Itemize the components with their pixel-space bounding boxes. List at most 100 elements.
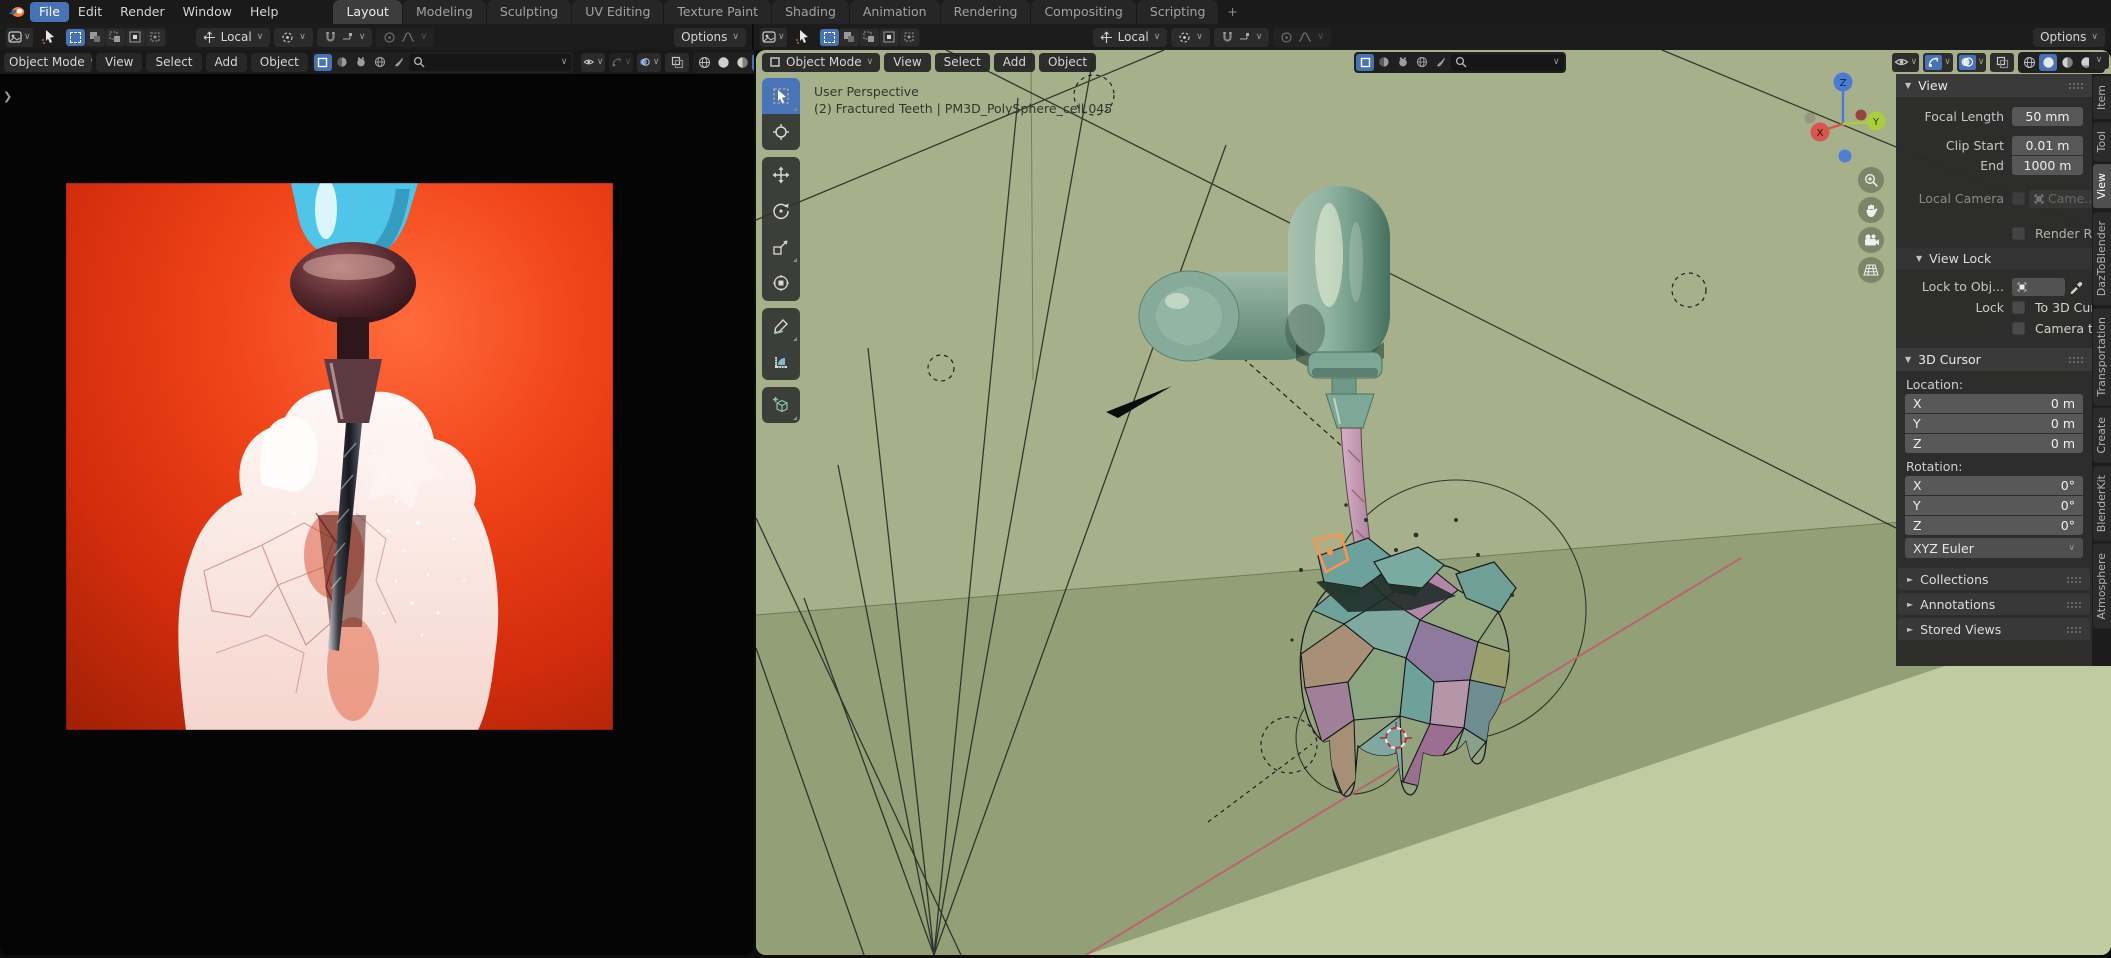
- select-mode-subtract[interactable]: [106, 29, 125, 46]
- sidebar-tab-item[interactable]: Item: [2093, 76, 2111, 119]
- object-visibility-dropdown[interactable]: ∨: [1892, 53, 1920, 72]
- tool-cursor[interactable]: [762, 114, 800, 150]
- pan-view-button[interactable]: [1858, 197, 1884, 223]
- show-gizmo-dropdown[interactable]: ∨: [1923, 53, 1953, 72]
- proportional-editing-dropdown[interactable]: ∨: [1273, 28, 1331, 47]
- panel-drag-grip[interactable]: [2066, 626, 2081, 633]
- menu-help[interactable]: Help: [241, 2, 288, 22]
- toggle-xray-button[interactable]: [1990, 53, 2014, 72]
- blenderkit-models-icon[interactable]: [314, 54, 332, 71]
- camera-view-button[interactable]: [1858, 227, 1884, 253]
- active-tool-tweak-icon[interactable]: [791, 28, 815, 47]
- sidebar-tab-tool[interactable]: Tool: [2093, 122, 2111, 161]
- show-gizmo-dropdown[interactable]: ∨: [609, 53, 633, 72]
- shading-material-button[interactable]: [2058, 54, 2076, 71]
- tab-compositing[interactable]: Compositing: [1031, 0, 1135, 24]
- panel-view-header[interactable]: ▼ View: [1896, 74, 2092, 97]
- transform-orientation-dropdown[interactable]: Local ∨: [1093, 28, 1168, 47]
- mode-dropdown[interactable]: Object Mode ∨: [762, 53, 880, 72]
- menu-render[interactable]: Render: [111, 2, 174, 22]
- select-mode-new[interactable]: [66, 29, 85, 46]
- menu-select[interactable]: Select: [935, 53, 990, 72]
- clip-end-field[interactable]: 1000 m: [2012, 156, 2083, 175]
- blenderkit-brushes-icon[interactable]: [1432, 54, 1450, 71]
- tab-modeling[interactable]: Modeling: [403, 0, 486, 24]
- shading-rendered-button[interactable]: [752, 54, 754, 71]
- main-3d-viewport[interactable]: Z X Y User Perspective (2) Fractured Tee…: [756, 50, 2111, 955]
- lock-to-3d-cursor-checkbox[interactable]: [2012, 301, 2025, 314]
- focal-length-field[interactable]: 50 mm: [2012, 107, 2083, 126]
- gizmo-x-label[interactable]: X: [1817, 128, 1824, 139]
- options-dropdown-center[interactable]: Options ∨: [2033, 28, 2105, 47]
- blenderkit-scenes-icon[interactable]: [352, 54, 370, 71]
- expand-sidebar-arrow[interactable]: ❯: [3, 90, 12, 103]
- camera-to-view-checkbox[interactable]: [2012, 322, 2025, 335]
- menu-window[interactable]: Window: [174, 2, 241, 22]
- select-mode-invert[interactable]: [126, 29, 145, 46]
- shading-solid-button[interactable]: [2039, 54, 2057, 71]
- select-mode-extend[interactable]: [840, 29, 859, 46]
- mode-dropdown[interactable]: Object Mode ∨: [4, 53, 92, 72]
- pivot-point-dropdown[interactable]: ∨: [1171, 28, 1210, 47]
- blenderkit-models-icon[interactable]: [1356, 54, 1374, 71]
- shading-solid-button[interactable]: [714, 54, 732, 71]
- render-region-checkbox[interactable]: [2012, 227, 2025, 240]
- cursor-location-x[interactable]: X0 m: [1905, 394, 2083, 413]
- panel-annotations-header[interactable]: ► Annotations: [1898, 593, 2090, 615]
- cursor-location-y[interactable]: Y0 m: [1905, 414, 2083, 433]
- editor-type-selector[interactable]: ∨: [6, 28, 33, 47]
- sidebar-tab-transportation[interactable]: Transportation: [2093, 308, 2111, 405]
- blenderkit-materials-icon[interactable]: [1375, 54, 1393, 71]
- menu-view[interactable]: View: [96, 53, 142, 72]
- active-tool-tweak-icon[interactable]: [37, 28, 61, 47]
- blenderkit-scenes-icon[interactable]: [1394, 54, 1412, 71]
- left-3d-viewport-rendered[interactable]: Object Mode ∨ View Select Add Object ∨ ∨: [0, 50, 754, 955]
- tool-rotate[interactable]: [762, 193, 800, 229]
- tool-transform[interactable]: [762, 265, 800, 301]
- blender-logo-icon[interactable]: [6, 4, 26, 20]
- zoom-view-button[interactable]: [1858, 167, 1884, 193]
- menu-select[interactable]: Select: [146, 53, 201, 72]
- panel-3d-cursor-header[interactable]: ▼ 3D Cursor: [1896, 348, 2092, 371]
- proportional-editing-dropdown[interactable]: ∨: [376, 28, 434, 47]
- tool-add-cube[interactable]: [762, 387, 800, 423]
- clip-start-field[interactable]: 0.01 m: [2012, 136, 2083, 155]
- collapse-panel-button[interactable]: ∨: [2089, 52, 2109, 69]
- select-mode-intersect[interactable]: [146, 29, 165, 46]
- snap-toggle-dropdown[interactable]: ∨: [1214, 28, 1270, 47]
- sidebar-tab-create[interactable]: Create: [2093, 408, 2111, 463]
- menu-view[interactable]: View: [884, 53, 930, 72]
- cursor-location-z[interactable]: Z0 m: [1905, 434, 2083, 453]
- tab-animation[interactable]: Animation: [850, 0, 940, 24]
- tab-layout[interactable]: Layout: [333, 0, 402, 24]
- select-mode-new[interactable]: [820, 29, 839, 46]
- cursor-rotation-y[interactable]: Y0°: [1905, 496, 2083, 515]
- panel-drag-grip[interactable]: [2066, 601, 2081, 608]
- select-mode-invert[interactable]: [880, 29, 899, 46]
- toggle-xray-button[interactable]: [665, 53, 689, 72]
- blenderkit-brushes-icon[interactable]: [390, 54, 408, 71]
- shading-wireframe-button[interactable]: [695, 54, 713, 71]
- add-workspace-button[interactable]: +: [1219, 0, 1245, 24]
- tab-sculpting[interactable]: Sculpting: [487, 0, 571, 24]
- blenderkit-hdr-icon[interactable]: [371, 54, 389, 71]
- tool-move[interactable]: [762, 157, 800, 193]
- panel-collections-header[interactable]: ► Collections: [1898, 568, 2090, 590]
- local-camera-field[interactable]: Came... ✕: [2029, 190, 2092, 208]
- shading-material-button[interactable]: [733, 54, 751, 71]
- editor-type-selector[interactable]: ∨: [760, 28, 787, 47]
- tab-scripting[interactable]: Scripting: [1137, 0, 1219, 24]
- view-lock-subpanel-header[interactable]: ▼ View Lock: [1896, 248, 2092, 269]
- sidebar-tab-atmosphere[interactable]: Atmosphere: [2093, 544, 2111, 629]
- panel-drag-grip[interactable]: [2068, 356, 2083, 363]
- blenderkit-search-input[interactable]: ∨: [409, 54, 572, 71]
- gizmo-y-label[interactable]: Y: [1872, 117, 1880, 128]
- snap-toggle-dropdown[interactable]: ∨: [317, 28, 373, 47]
- blenderkit-materials-icon[interactable]: [333, 54, 351, 71]
- blenderkit-search-input[interactable]: ∨: [1451, 54, 1564, 71]
- menu-object[interactable]: Object: [251, 53, 308, 72]
- cursor-rotation-x[interactable]: X0°: [1905, 476, 2083, 495]
- rotation-order-dropdown[interactable]: XYZ Euler ∨: [1905, 538, 2083, 558]
- tool-select-box[interactable]: [762, 78, 800, 114]
- tab-texture-paint[interactable]: Texture Paint: [664, 0, 771, 24]
